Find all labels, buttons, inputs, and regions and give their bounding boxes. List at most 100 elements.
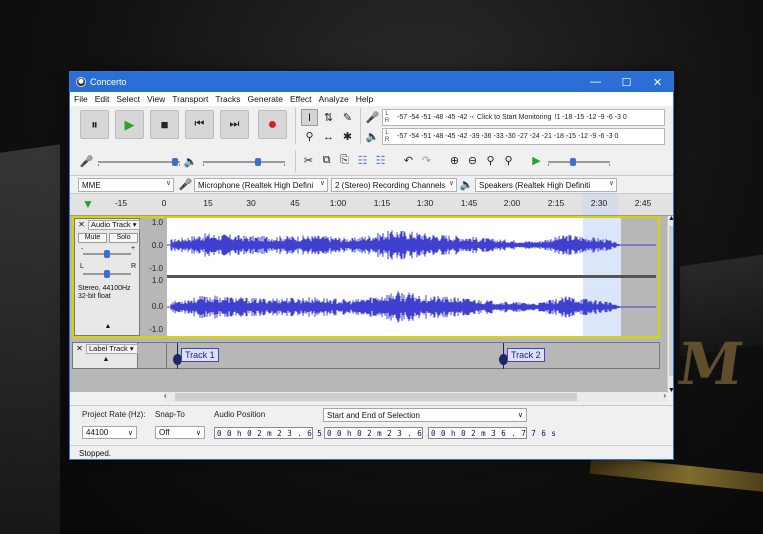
play-at-speed-thumb[interactable] xyxy=(570,158,576,166)
record-meter-mic-icon[interactable]: 🎤 xyxy=(364,109,381,126)
timeline-tick: 2:30 xyxy=(590,198,608,208)
record-button[interactable]: ● xyxy=(258,110,287,139)
mute-button[interactable]: Mute xyxy=(78,233,107,243)
copy-icon[interactable]: ⧉ xyxy=(318,152,335,169)
playback-device-select[interactable]: Speakers (Realtek High Definiti ∨ xyxy=(475,178,617,192)
audio-position-timecode[interactable]: 0 0 h 0 2 m 2 3 . 6 5 3 s xyxy=(214,427,342,439)
skip-to-start-button[interactable]: ⏮ xyxy=(185,110,214,139)
audio-host-select[interactable]: MME ∨ xyxy=(78,178,174,192)
stop-icon: ■ xyxy=(160,117,169,132)
menu-view[interactable]: View xyxy=(147,94,165,104)
playback-volume-slider[interactable] xyxy=(203,157,285,167)
minimize-button[interactable]: — xyxy=(580,72,611,92)
menu-transport[interactable]: Transport xyxy=(172,94,208,104)
playback-meter[interactable]: LR -57 -54 -51 -48 -45 -42 -39 -36 -33 -… xyxy=(382,128,665,145)
collapse-label-track-button[interactable]: ▲ xyxy=(76,356,136,366)
play-at-speed-icon[interactable]: ▶ xyxy=(528,152,545,169)
audio-track[interactable]: ✕ Audio Track ▾ Mute Solo - + L R Stereo… xyxy=(72,216,660,338)
undo-icon[interactable]: ↶ xyxy=(400,152,417,169)
recording-volume-thumb[interactable] xyxy=(172,158,178,166)
redo-icon[interactable]: ↷ xyxy=(418,152,435,169)
menu-file[interactable]: File xyxy=(74,94,88,104)
snap-to-select[interactable]: Off ∨ xyxy=(155,426,205,439)
silence-icon[interactable]: ☷ xyxy=(372,152,389,169)
menu-analyze[interactable]: Analyze xyxy=(319,94,349,104)
pan-slider[interactable] xyxy=(83,269,131,279)
envelope-tool-icon[interactable]: ⇅ xyxy=(320,109,337,126)
scale-label: -1.0 xyxy=(149,325,163,334)
menu-edit[interactable]: Edit xyxy=(95,94,110,104)
timeline-tick: 0 xyxy=(161,198,167,208)
pause-button[interactable]: ⏸ xyxy=(80,110,109,139)
time-shift-tool-icon[interactable]: ↔ xyxy=(320,128,337,145)
recording-channels-select[interactable]: 2 (Stereo) Recording Channels ∨ xyxy=(331,178,457,192)
record-meter[interactable]: LR -57 -54 -51 -48 -45 -42 -‹ Click to S… xyxy=(382,109,665,126)
collapse-track-button[interactable]: ▲ xyxy=(78,323,138,333)
vertical-scroll-thumb[interactable] xyxy=(669,226,673,376)
gain-slider[interactable] xyxy=(83,249,131,259)
menu-select[interactable]: Select xyxy=(116,94,140,104)
record-meter-scale-end: !1 -18 -15 -12 -9 -6 -3 0 xyxy=(554,114,627,121)
audio-track-name-menu[interactable]: Audio Track ▾ xyxy=(88,220,140,230)
play-at-speed-slider[interactable] xyxy=(548,157,610,167)
menu-help[interactable]: Help xyxy=(356,94,373,104)
close-button[interactable]: ✕ xyxy=(642,72,673,92)
project-rate-label: Project Rate (Hz): xyxy=(82,410,146,419)
solo-button[interactable]: Solo xyxy=(109,233,138,243)
label-track[interactable]: ✕ Label Track ▾ ▲ Track 1 Track 2 xyxy=(72,342,660,369)
fit-selection-icon[interactable]: ⚲ xyxy=(482,152,499,169)
menu-effect[interactable]: Effect xyxy=(290,94,312,104)
close-label-track-icon[interactable]: ✕ xyxy=(75,344,84,353)
timeline-tick: 15 xyxy=(203,198,213,208)
cut-icon[interactable]: ✂ xyxy=(300,152,317,169)
play-icon: ▶ xyxy=(124,116,135,132)
playback-meter-speaker-icon[interactable]: 🔈 xyxy=(364,128,381,145)
timeline-ruler[interactable]: ▼ -15 0 15 30 45 1:00 1:15 1:30 1:45 2:0… xyxy=(70,194,673,216)
track-area[interactable]: ✕ Audio Track ▾ Mute Solo - + L R Stereo… xyxy=(70,216,667,392)
vertical-scrollbar[interactable]: ▲ ▼ xyxy=(667,215,673,394)
trim-icon[interactable]: ☷ xyxy=(354,152,371,169)
toolbar-separator xyxy=(295,108,296,144)
scroll-right-icon[interactable]: › xyxy=(663,391,666,400)
scale-label: -1.0 xyxy=(149,264,163,273)
label-track-2[interactable]: Track 2 xyxy=(507,348,545,362)
fit-project-icon[interactable]: ⚲ xyxy=(500,152,517,169)
scroll-left-icon[interactable]: ‹ xyxy=(164,391,167,400)
recording-device-select[interactable]: Microphone (Realtek High Defini ∨ xyxy=(194,178,328,192)
project-rate-select[interactable]: 44100 ∨ xyxy=(82,426,137,439)
recording-volume-slider[interactable] xyxy=(98,157,180,167)
app-icon xyxy=(76,77,86,87)
horizontal-scroll-thumb[interactable] xyxy=(175,393,577,401)
selection-end-timecode[interactable]: 0 0 h 0 2 m 3 6 . 7 7 6 s xyxy=(428,427,556,439)
selection-tool-icon[interactable]: I xyxy=(301,109,318,126)
zoom-in-icon[interactable]: ⊕ xyxy=(446,152,463,169)
label-track-name-menu[interactable]: Label Track ▾ xyxy=(86,344,138,354)
play-button[interactable]: ▶ xyxy=(115,110,144,139)
scale-label: 0.0 xyxy=(151,241,163,250)
record-meter-prompt[interactable]: Click to Start Monitoring xyxy=(477,114,551,121)
maximize-button[interactable]: ☐ xyxy=(611,72,642,92)
scroll-up-icon[interactable]: ▲ xyxy=(668,215,673,222)
scroll-down-icon[interactable]: ▼ xyxy=(668,387,673,394)
selection-mode-select[interactable]: Start and End of Selection ∨ xyxy=(323,408,527,422)
horizontal-scrollbar[interactable]: ‹ › xyxy=(163,391,667,402)
close-track-icon[interactable]: ✕ xyxy=(77,220,86,229)
skip-to-end-button[interactable]: ⏭ xyxy=(220,110,249,139)
label-track-1[interactable]: Track 1 xyxy=(181,348,219,362)
track-info-rate: Stereo, 44100Hz xyxy=(78,285,131,292)
stop-button[interactable]: ■ xyxy=(150,110,179,139)
multi-tool-icon[interactable]: ✱ xyxy=(339,128,356,145)
selection-start-timecode[interactable]: 0 0 h 0 2 m 2 3 . 6 5 3 s xyxy=(324,427,452,439)
zoom-tool-icon[interactable]: ⚲ xyxy=(301,128,318,145)
gain-plus-label: + xyxy=(131,245,136,252)
zoom-out-icon[interactable]: ⊖ xyxy=(464,152,481,169)
menu-tracks[interactable]: Tracks xyxy=(215,94,240,104)
timeline-play-head-icon[interactable]: ▼ xyxy=(82,197,94,211)
toolbars: ⏸ ▶ ■ ⏮ ⏭ ● I ⇅ ✎ ⚲ ↔ ✱ 🎤 LR -57 -54 -51… xyxy=(70,106,673,176)
menu-generate[interactable]: Generate xyxy=(248,94,283,104)
audio-position-label: Audio Position xyxy=(214,410,266,419)
playback-volume-thumb[interactable] xyxy=(255,158,261,166)
status-bar: Stopped. xyxy=(70,445,673,459)
paste-icon[interactable]: ⎘ xyxy=(336,152,353,169)
draw-tool-icon[interactable]: ✎ xyxy=(339,109,356,126)
